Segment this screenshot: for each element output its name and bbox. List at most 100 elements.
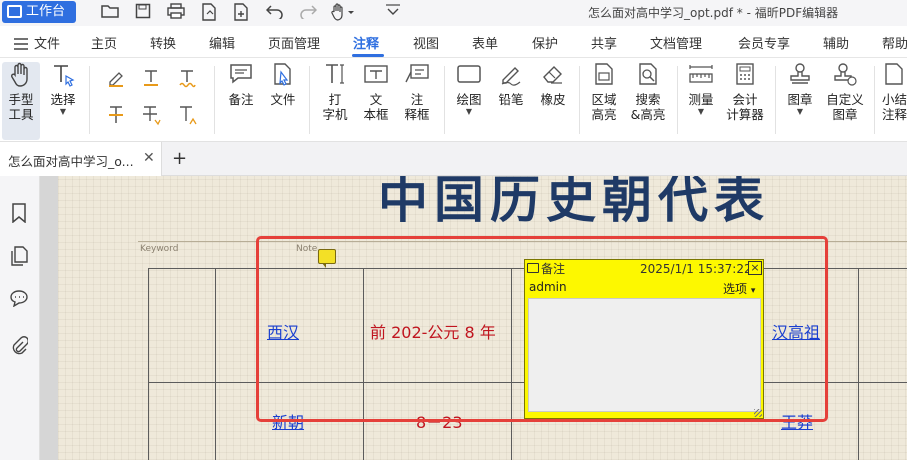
bookmark-icon[interactable]	[8, 203, 30, 227]
note-popup-options[interactable]: 选项 ▾	[723, 280, 755, 297]
menu-file[interactable]: 文件	[34, 33, 60, 52]
document-tab[interactable]: 怎么面对高中学习_o... ✕	[0, 142, 162, 176]
chevron-down-icon: ▾	[750, 286, 756, 296]
menu-bar: 文件 主页 转换 编辑 页面管理 注释 视图 表单 保护 共享 文档管理 会员专…	[0, 26, 907, 58]
menu-edit[interactable]: 编辑	[209, 33, 235, 52]
callout-button[interactable]: 注 释框	[400, 62, 434, 122]
stamp-label: 图章	[787, 92, 813, 107]
replace-text-icon[interactable]	[140, 104, 162, 126]
strikeout-icon[interactable]	[105, 104, 127, 126]
menu-member[interactable]: 会员专享	[738, 33, 790, 52]
underline-icon[interactable]	[140, 68, 162, 90]
document-viewport[interactable]: 中国历史朝代表 Keyword Note 西汉 前 202-公元 8 年 汉高祖…	[40, 176, 907, 460]
menu-help[interactable]: 帮助	[882, 33, 907, 52]
measure-label: 测量	[688, 92, 714, 107]
menu-protect[interactable]: 保护	[532, 33, 558, 52]
select-button[interactable]: 选择 ▼	[46, 62, 80, 116]
calculator-label: 会计 计算器	[726, 92, 764, 122]
pencil-icon	[498, 62, 524, 88]
textbox-icon	[363, 62, 389, 88]
ribbon-divider	[874, 66, 875, 134]
textbox-button[interactable]: 文 本框	[359, 62, 393, 122]
summary-label: 小结 注释	[882, 92, 907, 122]
note-popup-timestamp: 2025/1/1 15:37:22	[640, 262, 752, 276]
menu-comment[interactable]: 注释	[353, 33, 379, 52]
textbox-label: 文 本框	[363, 92, 389, 122]
measure-button[interactable]: 测量 ▼	[684, 62, 718, 116]
workbench-button[interactable]: 工作台	[2, 1, 76, 23]
export-icon[interactable]	[199, 3, 219, 23]
drawing-label: 绘图	[456, 92, 482, 107]
new-tab-icon[interactable]: +	[172, 148, 187, 169]
note-text-area[interactable]	[528, 298, 761, 412]
menu-doc-management[interactable]: 文档管理	[650, 33, 702, 52]
note-annotation-icon[interactable]	[318, 249, 336, 268]
menu-page-management[interactable]: 页面管理	[268, 33, 320, 52]
hand-tool-button[interactable]: 手型 工具	[2, 62, 40, 140]
select-text-icon	[50, 62, 76, 88]
menu-home[interactable]: 主页	[91, 33, 117, 52]
file-attach-label: 文件	[270, 92, 296, 107]
summary-button[interactable]: 小结 注释	[882, 62, 907, 122]
search-highlight-button[interactable]: 搜索 &高亮	[628, 62, 668, 122]
menu-form[interactable]: 表单	[472, 33, 498, 52]
highlight-icon[interactable]	[105, 68, 127, 90]
search-highlight-icon	[635, 62, 661, 88]
redo-icon[interactable]	[298, 3, 318, 23]
typewriter-button[interactable]: 打 字机	[318, 62, 352, 122]
table-rule	[215, 268, 216, 460]
custom-stamp-button[interactable]: 自定义 图章	[823, 62, 867, 122]
stamp-button[interactable]: 图章 ▼	[783, 62, 817, 116]
drawing-button[interactable]: 绘图 ▼	[452, 62, 486, 116]
menu-view[interactable]: 视图	[413, 33, 439, 52]
comments-icon[interactable]	[8, 289, 30, 313]
note-options-label: 选项	[723, 282, 748, 296]
eraser-label: 橡皮	[540, 92, 566, 107]
left-sidebar: ▶	[0, 176, 48, 460]
eraser-button[interactable]: 橡皮	[536, 62, 570, 107]
custom-stamp-icon	[832, 62, 858, 88]
undo-icon[interactable]	[265, 3, 285, 23]
pencil-button[interactable]: 铅笔	[494, 62, 528, 107]
ribbon-divider	[444, 66, 445, 134]
note-popup-author: admin	[529, 280, 567, 294]
workbench-label: 工作台	[26, 4, 66, 19]
note-popup-label: 备注	[541, 262, 566, 276]
document-tab-bar: 怎么面对高中学习_o... ✕ +	[0, 142, 907, 176]
save-icon[interactable]	[133, 3, 153, 23]
insert-text-icon[interactable]	[176, 104, 198, 126]
menu-share[interactable]: 共享	[591, 33, 617, 52]
hand-icon[interactable]	[330, 3, 356, 23]
area-highlight-label: 区域 高亮	[591, 92, 617, 122]
title-bar: 工作台 怎么面对高中学习_opt.pdf * - 福昕PDF编辑器	[0, 0, 907, 26]
calculator-icon	[732, 62, 758, 88]
close-tab-icon[interactable]: ✕	[143, 150, 155, 166]
area-highlight-button[interactable]: 区域 高亮	[587, 62, 621, 122]
open-folder-icon[interactable]	[100, 3, 120, 23]
note-label: 备注	[228, 92, 254, 107]
new-icon[interactable]	[231, 3, 251, 23]
note-popup-comment-icon	[527, 263, 539, 273]
note-popup[interactable]: 备注 2025/1/1 15:37:22 × admin 选项 ▾	[524, 259, 764, 419]
resize-grip-icon[interactable]	[754, 409, 762, 417]
pages-icon[interactable]	[8, 246, 30, 270]
area-highlight-icon	[591, 62, 617, 88]
file-attach-button[interactable]: 文件	[266, 62, 300, 107]
hamburger-icon[interactable]	[14, 35, 28, 54]
squiggly-icon[interactable]	[176, 68, 198, 90]
calculator-button[interactable]: 会计 计算器	[724, 62, 766, 122]
hand-tool-label: 手型 工具	[8, 92, 34, 122]
menu-assist[interactable]: 辅助	[823, 33, 849, 52]
typewriter-label: 打 字机	[322, 92, 348, 122]
close-icon[interactable]: ×	[748, 261, 762, 275]
eraser-icon	[540, 62, 566, 88]
window-title: 怎么面对高中学习_opt.pdf * - 福昕PDF编辑器	[588, 6, 839, 20]
menu-convert[interactable]: 转换	[150, 33, 176, 52]
callout-label: 注 释框	[404, 92, 430, 122]
callout-icon	[404, 62, 430, 88]
print-icon[interactable]	[166, 3, 186, 23]
attachment-icon[interactable]	[8, 336, 30, 360]
note-button[interactable]: 备注	[224, 62, 258, 107]
ribbon-toolbar: 手型 工具 选择 ▼ 备注 文件 打 字机 文 本框 注 释框 绘图 ▼ 铅笔 …	[0, 58, 907, 142]
customize-icon[interactable]	[383, 3, 403, 23]
